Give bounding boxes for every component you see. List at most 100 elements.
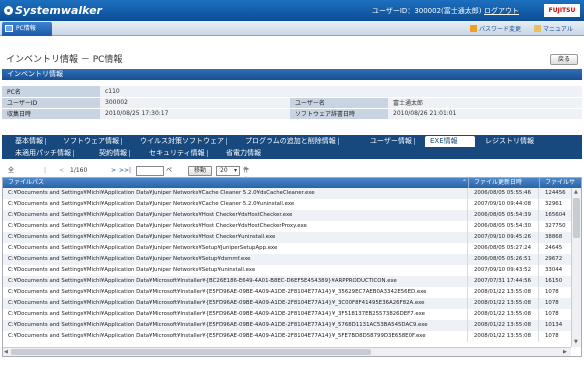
tab-basic[interactable]: 基本情報 — [10, 136, 46, 146]
scroll-up-icon[interactable]: ▲ — [574, 188, 578, 196]
scroll-left-icon[interactable]: ◀ — [4, 348, 8, 356]
table-row[interactable]: C:¥Documents and Settings¥Michi¥Applicat… — [3, 265, 571, 276]
file-size-cell: 124456 — [545, 190, 566, 196]
modified-date-cell: 2007/07/31 17:44:56 — [469, 276, 539, 287]
table-row[interactable]: C:¥Documents and Settings¥Michi¥Applicat… — [3, 331, 571, 342]
horizontal-scroll-thumb[interactable] — [11, 349, 371, 355]
section-header: インベントリ情報 — [2, 69, 582, 80]
dictionary-label: ソフトウェア辞書日時 — [290, 108, 388, 120]
modified-date-cell: 2008/01/22 13:55:08 — [469, 320, 539, 331]
file-path-cell: C:¥Documents and Settings¥Michi¥Applicat… — [3, 298, 468, 309]
collected-label: 収集日時 — [2, 108, 100, 120]
horizontal-scrollbar[interactable]: ◀ ▶ — [3, 347, 571, 356]
tab-add-remove-programs[interactable]: プログラムの追加と削除情報 — [240, 136, 339, 146]
table-row[interactable]: C:¥Documents and Settings¥Michi¥Applicat… — [3, 232, 571, 243]
last-page-button[interactable]: >>| — [119, 166, 131, 176]
file-path-cell: C:¥Documents and Settings¥Michi¥Applicat… — [3, 320, 468, 331]
manual-link[interactable]: マニュアル — [534, 24, 573, 33]
tab-software[interactable]: ソフトウェア情報 — [58, 136, 122, 146]
table-row[interactable]: C:¥Documents and Settings¥Michi¥Applicat… — [3, 276, 571, 287]
tab-registry[interactable]: レジストリ情報 — [480, 136, 534, 146]
move-button[interactable]: 移動 — [188, 166, 212, 176]
nav-bar: PC情報 パスワード変更 マニュアル — [0, 21, 584, 36]
modified-date-cell: 2006/08/05 05:27:24 — [469, 243, 539, 254]
column-file-path[interactable]: ファイルパス — [3, 178, 469, 188]
table-row[interactable]: C:¥Documents and Settings¥Michi¥Applicat… — [3, 188, 571, 199]
book-icon — [534, 25, 541, 32]
file-size-cell: 1078 — [545, 300, 559, 306]
scroll-right-icon[interactable]: ▶ — [563, 348, 567, 356]
table-row[interactable]: C:¥Documents and Settings¥Michi¥Applicat… — [3, 210, 571, 221]
pc-info-table: PC名 c110 ユーザーID 300002 ユーザー名 富士通太郎 収集日時 … — [2, 86, 582, 120]
page-number-input[interactable] — [136, 166, 164, 176]
table-row[interactable]: C:¥Documents and Settings¥Michi¥Applicat… — [3, 254, 571, 265]
dictionary-value: 2010/08/26 21:01:01 — [388, 108, 582, 120]
file-path-cell: C:¥Documents and Settings¥Michi¥Applicat… — [3, 276, 468, 287]
info-tabs-row-2: 未適用パッチ情報 契約情報 セキュリティ情報 省電力情報 — [2, 147, 582, 159]
file-size-cell: 1078 — [545, 311, 559, 317]
file-path-cell: C:¥Documents and Settings¥Michi¥Applicat… — [3, 232, 468, 243]
vertical-scroll-thumb[interactable] — [573, 198, 580, 238]
column-file-size[interactable]: ファイルサ — [540, 178, 581, 188]
modified-date-cell: 2008/01/22 13:55:08 — [469, 331, 539, 342]
modified-date-cell: 2008/01/22 13:55:08 — [469, 309, 539, 320]
logout-link[interactable]: ログアウト — [484, 6, 519, 16]
password-change-link[interactable]: パスワード変更 — [470, 24, 521, 33]
per-page-value: 20 — [220, 167, 228, 174]
grid-header: ファイルパス ⌃ ファイル更新日時 ファイルサ — [3, 178, 581, 188]
modified-date-cell: 2008/01/22 13:55:08 — [469, 287, 539, 298]
tab-contract[interactable]: 契約情報 — [94, 148, 130, 158]
user-name-value: 富士通太郎 — [388, 97, 582, 109]
file-size-cell: 33044 — [545, 267, 563, 273]
modified-date-cell: 2007/09/10 09:44:08 — [469, 199, 539, 210]
file-size-cell: 24645 — [545, 245, 563, 251]
page-title: インベントリ情報 － PC情報 — [6, 55, 123, 65]
pc-name-value: c110 — [100, 86, 582, 98]
table-row[interactable]: C:¥Documents and Settings¥Michi¥Applicat… — [3, 221, 571, 232]
info-tabs-row-1: 基本情報 ソフトウェア情報 ウイルス対策ソフトウェア プログラムの追加と削除情報… — [2, 135, 582, 147]
modified-date-cell: 2007/09/10 09:45:26 — [469, 232, 539, 243]
top-bar: Systemwalker ユーザーID：300002(富士通太郎) ログアウト … — [0, 0, 584, 21]
table-row[interactable]: C:¥Documents and Settings¥Michi¥Applicat… — [3, 309, 571, 320]
tab-unapplied-patches[interactable]: 未適用パッチ情報 — [10, 148, 74, 158]
pc-icon — [5, 25, 13, 32]
file-path-cell: C:¥Documents and Settings¥Michi¥Applicat… — [3, 210, 468, 221]
table-row[interactable]: C:¥Documents and Settings¥Michi¥Applicat… — [3, 298, 571, 309]
file-path-cell: C:¥Documents and Settings¥Michi¥Applicat… — [3, 331, 468, 342]
per-page-select[interactable]: 20 ▾ — [216, 166, 240, 176]
tab-user[interactable]: ユーザー情報 — [365, 136, 415, 146]
file-size-cell: 1078 — [545, 333, 559, 339]
file-size-cell: 1078 — [545, 289, 559, 295]
file-path-cell: C:¥Documents and Settings¥Michi¥Applicat… — [3, 287, 468, 298]
next-page-button[interactable]: > — [111, 166, 116, 176]
current-user-id: ユーザーID：300002(富士通太郎) — [372, 7, 482, 15]
scroll-down-icon[interactable]: ▼ — [574, 338, 578, 346]
file-path-cell: C:¥Documents and Settings¥Michi¥Applicat… — [3, 309, 468, 320]
table-row[interactable]: C:¥Documents and Settings¥Michi¥Applicat… — [3, 287, 571, 298]
file-path-cell: C:¥Documents and Settings¥Michi¥Applicat… — [3, 265, 468, 276]
user-id-label: ユーザーID — [2, 97, 100, 109]
manual-label: マニュアル — [543, 26, 573, 33]
vertical-scrollbar[interactable]: ▲ ▼ — [571, 188, 581, 347]
table-row[interactable]: C:¥Documents and Settings¥Michi¥Applicat… — [3, 320, 571, 331]
tab-pc-info[interactable]: PC情報 — [2, 22, 52, 36]
logo-text: Systemwalker — [15, 4, 102, 17]
file-path-cell: C:¥Documents and Settings¥Michi¥Applicat… — [3, 188, 468, 199]
file-size-cell: 29672 — [545, 256, 563, 262]
modified-date-cell: 2008/01/22 13:55:08 — [469, 298, 539, 309]
tab-security[interactable]: セキュリティ情報 — [144, 148, 208, 158]
table-row[interactable]: C:¥Documents and Settings¥Michi¥Applicat… — [3, 199, 571, 210]
table-row[interactable]: C:¥Documents and Settings¥Michi¥Applicat… — [3, 243, 571, 254]
logo-icon — [4, 6, 13, 15]
prev-page-button[interactable]: < — [59, 166, 64, 176]
file-size-cell: 38868 — [545, 234, 563, 240]
tab-power-saving[interactable]: 省電力情報 — [221, 148, 261, 158]
file-size-cell: 165604 — [545, 212, 566, 218]
modified-date-cell: 2006/08/05 05:54:39 — [469, 210, 539, 221]
tab-exe[interactable]: EXE情報 — [425, 136, 475, 147]
tab-antivirus[interactable]: ウイルス対策ソフトウェア — [135, 136, 227, 146]
back-button[interactable]: 戻る — [550, 54, 578, 65]
column-modified-date[interactable]: ファイル更新日時 — [469, 178, 540, 188]
file-size-cell: 16150 — [545, 278, 563, 284]
file-size-cell: 327750 — [545, 223, 566, 229]
